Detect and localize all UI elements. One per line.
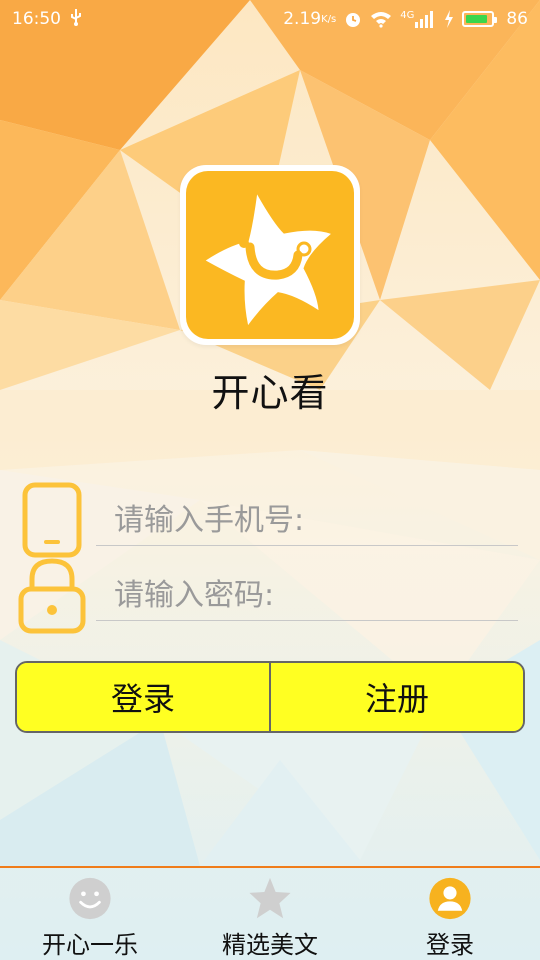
- auth-button-group: 登录 注册: [15, 661, 525, 733]
- wifi-icon: [370, 10, 392, 28]
- nav-item-jokes[interactable]: 开心一乐: [0, 868, 180, 960]
- bottom-nav: 开心一乐 精选美文 登录: [0, 866, 540, 960]
- nav-label-jokes: 开心一乐: [42, 931, 138, 959]
- star-icon: [249, 877, 291, 919]
- status-bar: 16:50 2.19 K/s 4G 86: [0, 0, 540, 38]
- phone-input[interactable]: [96, 496, 518, 546]
- smiley-icon: [69, 877, 111, 920]
- user-icon: [429, 877, 471, 920]
- password-input[interactable]: [96, 571, 518, 621]
- battery-percent: 86: [506, 9, 528, 29]
- signal-icon: 4G: [400, 10, 436, 28]
- phone-field-row: [0, 480, 540, 558]
- app-title: 开心看: [211, 371, 329, 415]
- phone-icon: [22, 482, 82, 558]
- alarm-icon: [344, 10, 362, 28]
- nav-item-login[interactable]: 登录: [360, 868, 540, 960]
- register-button[interactable]: 注册: [271, 663, 523, 731]
- lock-icon: [18, 558, 86, 634]
- app-logo: [180, 165, 360, 345]
- battery-fill: [466, 15, 487, 23]
- password-field-row: [0, 555, 540, 634]
- network-type: 4G: [400, 10, 415, 21]
- charging-icon: [444, 10, 454, 28]
- star-logo-icon: [205, 194, 331, 325]
- login-button[interactable]: 登录: [17, 663, 269, 731]
- nav-item-articles[interactable]: 精选美文: [180, 868, 360, 960]
- network-speed: 2.19: [283, 9, 322, 29]
- speed-unit: K/s: [321, 13, 337, 25]
- usb-icon: [69, 8, 83, 31]
- nav-label-articles: 精选美文: [222, 931, 318, 959]
- nav-label-login: 登录: [426, 931, 474, 959]
- status-time: 16:50: [12, 9, 61, 29]
- battery-icon: [462, 11, 498, 27]
